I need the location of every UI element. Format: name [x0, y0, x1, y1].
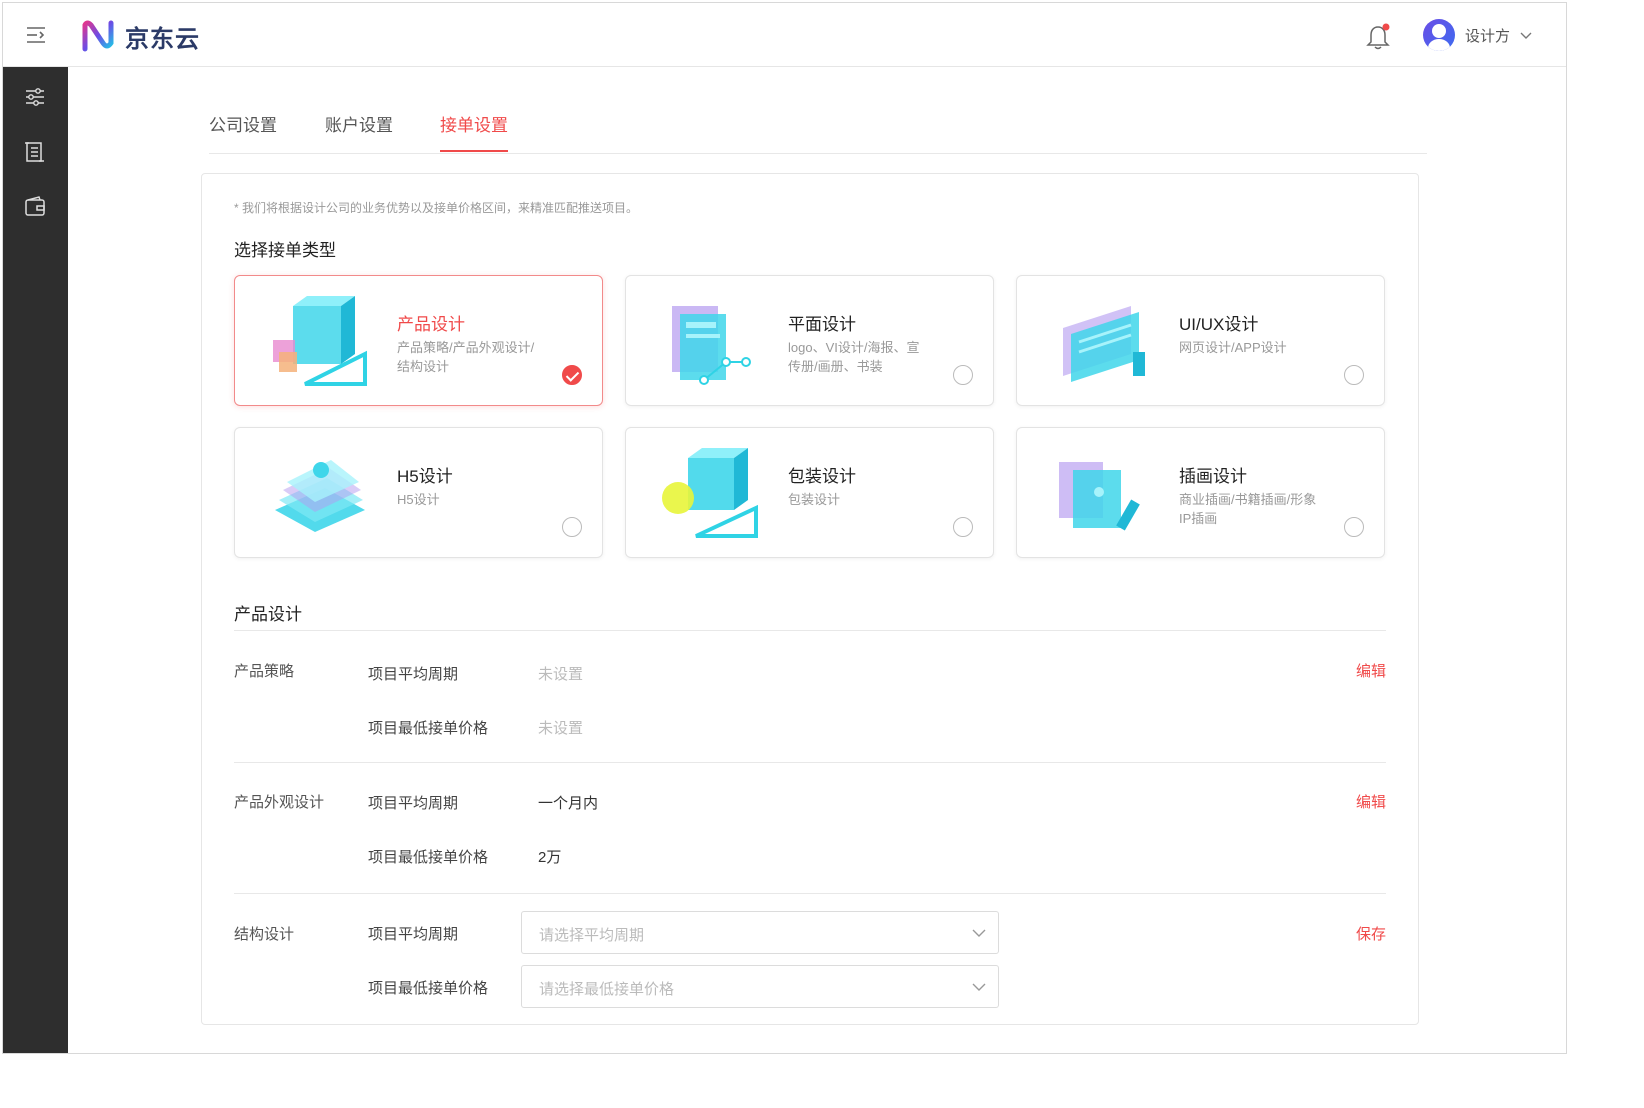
user-menu[interactable]: 设计方: [1423, 19, 1532, 51]
wallet-icon[interactable]: [23, 195, 47, 219]
card-title: UI/UX设计: [1179, 315, 1259, 334]
logo[interactable]: 京东云: [81, 19, 200, 53]
save-button[interactable]: 保存: [1356, 923, 1386, 944]
tab-order-settings[interactable]: 接单设置: [440, 111, 508, 152]
row-label-appearance-design: 产品外观设计: [234, 794, 325, 811]
card-h5-design[interactable]: H5设计 H5设计: [234, 427, 603, 558]
price-label: 项目最低接单价格: [368, 849, 489, 866]
card-desc: 包装设计: [788, 492, 841, 507]
card-title: H5设计: [397, 467, 453, 486]
card-desc: 商业插画/书籍插画/形象IP插画: [1179, 492, 1317, 526]
top-bar: 京东云 设计方: [3, 3, 1566, 67]
ui-ux-design-illustration-icon: [1063, 306, 1145, 382]
price-select[interactable]: 请选择最低接单价格: [521, 965, 999, 1008]
price-value: 未设置: [538, 720, 584, 737]
sidebar: [3, 67, 68, 1053]
app-window: 京东云 设计方 公司设置 账户设置 接单设置 * 我们将根据设计公司的业务优势以…: [2, 2, 1567, 1054]
period-label: 项目平均周期: [368, 666, 459, 683]
period-select-placeholder: 请选择平均周期: [539, 927, 645, 944]
chevron-down-icon: [972, 929, 986, 937]
card-title: 平面设计: [788, 315, 856, 334]
card-product-design[interactable]: 产品设计 产品策略/产品外观设计/结构设计: [234, 275, 603, 406]
card-radio[interactable]: [562, 365, 582, 385]
logo-text: 京东云: [125, 25, 200, 53]
card-ui-ux-design[interactable]: UI/UX设计 网页设计/APP设计: [1016, 275, 1385, 406]
product-design-illustration-icon: [273, 296, 367, 386]
card-title: 产品设计: [397, 315, 465, 334]
edit-button[interactable]: 编辑: [1356, 791, 1386, 812]
price-select-placeholder: 请选择最低接单价格: [539, 981, 675, 998]
divider: [234, 762, 1386, 763]
chevron-down-icon: [1520, 32, 1532, 39]
user-name: 设计方: [1465, 27, 1511, 45]
divider: [234, 630, 1386, 631]
section-title: 选择接单类型: [234, 241, 336, 260]
period-label: 项目平均周期: [368, 926, 459, 943]
illustration-design-illustration-icon: [1059, 462, 1140, 531]
card-desc: 产品策略/产品外观设计/结构设计: [397, 340, 535, 374]
card-packaging-design[interactable]: 包装设计 包装设计: [625, 427, 994, 558]
sliders-icon[interactable]: [23, 85, 47, 109]
packaging-design-illustration-icon: [662, 448, 758, 538]
tab-company-settings[interactable]: 公司设置: [209, 111, 277, 150]
card-title: 插画设计: [1179, 467, 1247, 486]
period-label: 项目平均周期: [368, 795, 459, 812]
card-radio[interactable]: [1344, 517, 1364, 537]
avatar: [1423, 19, 1455, 51]
card-illustration-design[interactable]: 插画设计 商业插画/书籍插画/形象IP插画: [1016, 427, 1385, 558]
detail-title: 产品设计: [234, 605, 302, 624]
order-settings-panel: * 我们将根据设计公司的业务优势以及接单价格区间，来精准匹配推送项目。 选择接单…: [201, 173, 1419, 1025]
card-graphic-design[interactable]: 平面设计 logo、VI设计/海报、宣传册/画册、书装: [625, 275, 994, 406]
logo-mark-icon: [82, 20, 114, 52]
card-desc: 网页设计/APP设计: [1179, 340, 1287, 355]
hint-text: * 我们将根据设计公司的业务优势以及接单价格区间，来精准匹配推送项目。: [234, 201, 639, 215]
card-radio[interactable]: [953, 365, 973, 385]
chevron-down-icon: [972, 983, 986, 991]
h5-design-illustration-icon: [275, 460, 365, 532]
price-label: 项目最低接单价格: [368, 720, 489, 737]
card-desc: logo、VI设计/海报、宣传册/画册、书装: [788, 340, 920, 374]
price-label: 项目最低接单价格: [368, 980, 489, 997]
period-value: 一个月内: [538, 795, 599, 812]
menu-toggle-icon[interactable]: [25, 25, 47, 45]
period-select[interactable]: 请选择平均周期: [521, 911, 999, 954]
divider: [234, 893, 1386, 894]
edit-button[interactable]: 编辑: [1356, 660, 1386, 681]
row-label-structural-design: 结构设计: [234, 926, 295, 943]
card-desc: H5设计: [397, 492, 440, 507]
price-value: 2万: [538, 849, 562, 866]
row-label-product-strategy: 产品策略: [234, 663, 295, 680]
tab-account-settings[interactable]: 账户设置: [325, 111, 393, 150]
card-radio[interactable]: [1344, 365, 1364, 385]
document-list-icon[interactable]: [23, 140, 47, 164]
settings-tabs: 公司设置 账户设置 接单设置: [209, 99, 1427, 154]
graphic-design-illustration-icon: [672, 306, 751, 385]
card-title: 包装设计: [788, 467, 856, 486]
card-radio[interactable]: [953, 517, 973, 537]
period-value: 未设置: [538, 666, 584, 683]
card-radio[interactable]: [562, 517, 582, 537]
notification-bell-icon[interactable]: [1365, 23, 1391, 51]
